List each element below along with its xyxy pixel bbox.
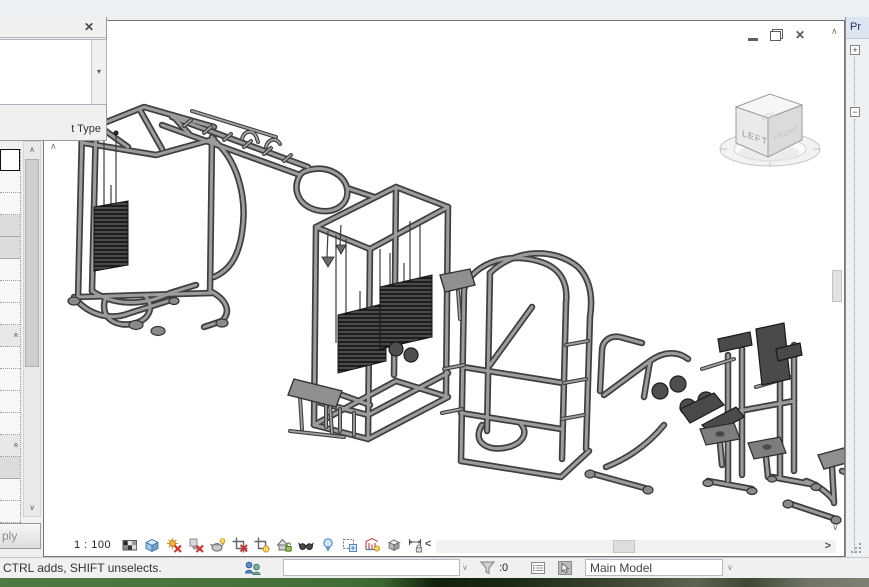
- reveal-hidden-elements-icon[interactable]: [320, 537, 336, 553]
- horizontal-scrollbar-thumb[interactable]: [613, 540, 635, 553]
- visual-style-icon[interactable]: [144, 537, 160, 553]
- tree-collapse-icon[interactable]: −: [850, 107, 860, 117]
- worksets-icon[interactable]: [244, 560, 262, 576]
- properties-palette-header: ✕ ▾ t Type: [0, 17, 107, 141]
- desktop-strip: [0, 578, 869, 587]
- property-row[interactable]: [0, 171, 20, 193]
- detail-level-icon[interactable]: [122, 537, 138, 553]
- editable-only-icon[interactable]: [530, 560, 546, 576]
- reveal-constraints-icon[interactable]: [408, 537, 424, 553]
- model-weight-stacks[interactable]: [94, 201, 432, 373]
- chevron-down-icon[interactable]: ∨: [462, 563, 468, 572]
- restore-icon[interactable]: [770, 29, 783, 41]
- tree-line: [854, 119, 855, 553]
- property-row[interactable]: [0, 259, 20, 281]
- minimize-icon[interactable]: [748, 38, 758, 41]
- property-row[interactable]: [0, 215, 20, 237]
- selection-count: :0: [499, 562, 508, 574]
- property-row[interactable]: [0, 347, 20, 369]
- temporary-hide-isolate-icon[interactable]: [298, 537, 314, 553]
- project-browser-title: Pr: [846, 17, 869, 39]
- crop-view-icon[interactable]: [232, 537, 248, 553]
- property-row[interactable]: [0, 149, 20, 171]
- selection-filter-icon[interactable]: [480, 560, 495, 576]
- status-message: CTRL adds, SHIFT unselects.: [3, 561, 162, 575]
- property-group-row[interactable]: «: [0, 435, 20, 457]
- scroll-left-icon[interactable]: <: [425, 538, 431, 550]
- close-icon[interactable]: ✕: [795, 28, 805, 42]
- shadows-icon[interactable]: [188, 537, 204, 553]
- tree-expand-icon[interactable]: +: [850, 45, 860, 55]
- property-rows: « «: [0, 149, 21, 523]
- property-row[interactable]: [0, 281, 20, 303]
- property-row[interactable]: [0, 457, 20, 479]
- chevron-down-icon[interactable]: ∨: [727, 563, 733, 572]
- scroll-up-icon[interactable]: ∧: [50, 141, 57, 152]
- resize-grip[interactable]: [851, 543, 865, 555]
- property-row[interactable]: [0, 479, 20, 501]
- show-analytical-model-icon[interactable]: [364, 537, 380, 553]
- highlight-displacement-sets-icon[interactable]: [386, 537, 402, 553]
- app-window: ✕ ∧ ∨ TOP LEFT FRONT 1 : 100: [0, 0, 869, 587]
- horizontal-scrollbar[interactable]: >: [436, 540, 836, 553]
- chevron-down-icon: ▾: [97, 67, 101, 76]
- property-row[interactable]: [0, 237, 20, 259]
- viewcube[interactable]: TOP LEFT FRONT: [712, 83, 832, 179]
- show-rendering-dialog-icon[interactable]: [210, 537, 226, 553]
- view-control-bar: 1 : 100 < >: [44, 536, 844, 554]
- property-group-row[interactable]: «: [0, 325, 20, 347]
- unlocked-3d-view-icon[interactable]: [276, 537, 292, 553]
- edit-type-label[interactable]: t Type: [71, 123, 101, 135]
- type-selector-dropdown-button[interactable]: ▾: [91, 40, 106, 104]
- show-crop-region-icon[interactable]: [254, 537, 270, 553]
- property-row[interactable]: [0, 369, 20, 391]
- property-row[interactable]: [0, 193, 20, 215]
- scroll-right-icon[interactable]: >: [825, 540, 831, 552]
- window-controls: ✕: [748, 27, 805, 43]
- view-scale[interactable]: 1 : 100: [74, 539, 111, 551]
- scroll-down-icon[interactable]: ∨: [832, 522, 839, 533]
- property-row[interactable]: [0, 303, 20, 325]
- drawing-area[interactable]: ✕ ∧ ∨ TOP LEFT FRONT 1 : 100: [43, 20, 845, 557]
- property-row[interactable]: [0, 391, 20, 413]
- palette-scrollbar-thumb[interactable]: [25, 159, 39, 367]
- press-drag-select-icon[interactable]: [557, 560, 573, 576]
- project-browser-panel: Pr + −: [845, 17, 869, 557]
- scroll-up-icon[interactable]: ∧: [831, 26, 838, 37]
- property-row[interactable]: [0, 501, 20, 523]
- properties-palette-grid: « « ∧ ∨ ply: [0, 141, 43, 557]
- palette-scroll-up-icon[interactable]: ∧: [24, 142, 40, 158]
- vertical-scrollbar-thumb[interactable]: [832, 270, 842, 302]
- status-bar: CTRL adds, SHIFT unselects. ∨ :0 Main Mo…: [0, 557, 869, 578]
- type-selector[interactable]: ▾: [0, 39, 107, 105]
- apply-button[interactable]: ply: [0, 523, 41, 549]
- model-back-extension-bench[interactable]: [590, 337, 688, 489]
- design-options-combo[interactable]: Main Model: [585, 559, 723, 576]
- palette-scrollbar[interactable]: ∧ ∨: [23, 141, 41, 517]
- property-row[interactable]: [0, 413, 20, 435]
- tree-line: [854, 57, 855, 106]
- close-palette-icon[interactable]: ✕: [84, 20, 94, 34]
- editing-requests-combo[interactable]: [283, 559, 460, 576]
- temporary-view-properties-icon[interactable]: [342, 537, 358, 553]
- sun-path-icon[interactable]: [166, 537, 182, 553]
- palette-scroll-down-icon[interactable]: ∨: [24, 500, 40, 516]
